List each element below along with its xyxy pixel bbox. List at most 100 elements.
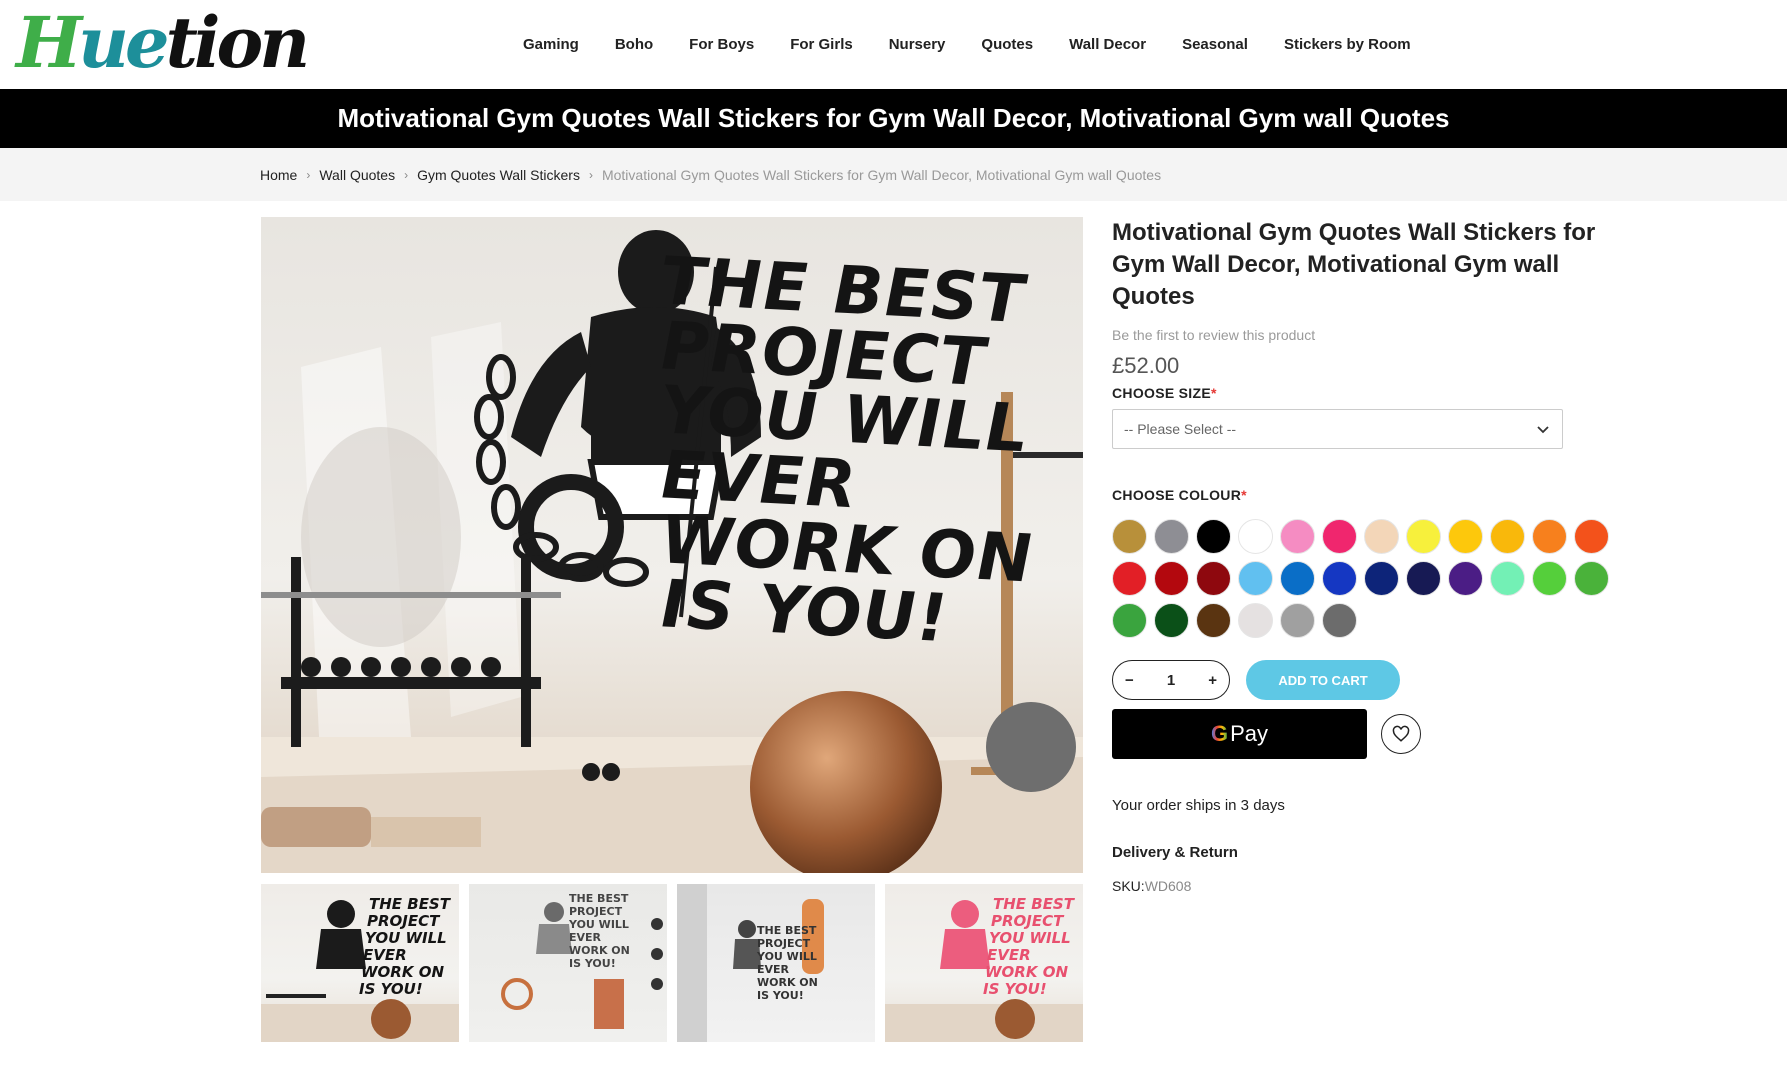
quantity-value[interactable]: 1	[1167, 672, 1175, 689]
review-link[interactable]: Be the first to review this product	[1112, 327, 1632, 343]
shipping-info: Your order ships in 3 days	[1112, 797, 1285, 814]
size-label-text: CHOOSE SIZE	[1112, 385, 1211, 401]
svg-text:THE BEST: THE BEST	[369, 895, 452, 913]
main-nav: Gaming Boho For Boys For Girls Nursery Q…	[505, 0, 1429, 89]
colour-swatch[interactable]	[1532, 519, 1567, 554]
breadcrumb-bar: Home › Wall Quotes › Gym Quotes Wall Sti…	[0, 148, 1787, 201]
breadcrumb-separator-icon: ›	[306, 167, 311, 182]
thumbnail-image: THE BEST PROJECT YOU WILL EVER WORK ON I…	[677, 884, 824, 1042]
colour-swatch[interactable]	[1112, 561, 1147, 596]
svg-text:EVER: EVER	[757, 963, 790, 976]
heart-icon	[1392, 725, 1410, 742]
svg-text:IS YOU!: IS YOU!	[569, 957, 616, 970]
page-title: Motivational Gym Quotes Wall Stickers fo…	[337, 103, 1450, 133]
logo-letters-tion: tion	[165, 1, 311, 84]
colour-swatch[interactable]	[1574, 561, 1609, 596]
thumbnail-2[interactable]: THE BEST PROJECT YOU WILL EVER WORK ON I…	[469, 884, 667, 1042]
pay-row: G Pay	[1112, 709, 1632, 759]
decrease-quantity-button[interactable]: −	[1125, 672, 1134, 689]
chevron-down-icon	[1537, 426, 1549, 434]
main-product-image[interactable]: THE BEST PROJECT YOU WILL EVER WORK ON I…	[261, 217, 1083, 873]
nav-for-girls[interactable]: For Girls	[772, 36, 871, 53]
colour-swatch[interactable]	[1196, 603, 1231, 638]
brand-logo[interactable]: Huetion	[16, 1, 310, 84]
required-mark: *	[1241, 487, 1247, 503]
colour-swatch[interactable]	[1238, 519, 1273, 554]
svg-text:PROJECT: PROJECT	[757, 937, 811, 950]
size-label: CHOOSE SIZE*	[1112, 385, 1632, 401]
colour-swatch[interactable]	[1280, 519, 1315, 554]
colour-swatch[interactable]	[1280, 561, 1315, 596]
increase-quantity-button[interactable]: +	[1208, 672, 1217, 689]
colour-swatch[interactable]	[1322, 519, 1357, 554]
size-select[interactable]: -- Please Select --	[1112, 409, 1563, 449]
breadcrumb-current: Motivational Gym Quotes Wall Stickers fo…	[601, 166, 1162, 183]
breadcrumb-gym-quotes[interactable]: Gym Quotes Wall Stickers	[417, 167, 580, 183]
svg-text:PROJECT: PROJECT	[569, 905, 623, 918]
product-info: Motivational Gym Quotes Wall Stickers fo…	[1112, 217, 1632, 894]
nav-stickers-by-room[interactable]: Stickers by Room	[1266, 36, 1429, 53]
svg-text:THE BEST: THE BEST	[757, 924, 817, 937]
nav-gaming[interactable]: Gaming	[505, 36, 597, 53]
colour-swatch[interactable]	[1574, 519, 1609, 554]
sku-label: SKU:	[1112, 878, 1145, 894]
thumbnail-image: THE BEST PROJECT YOU WILL EVER WORK ON I…	[885, 895, 1083, 1042]
colour-swatch[interactable]	[1322, 561, 1357, 596]
svg-text:IS YOU!: IS YOU!	[757, 989, 804, 1002]
required-mark: *	[1210, 385, 1217, 401]
colour-swatch[interactable]	[1196, 561, 1231, 596]
svg-text:YOU WILL: YOU WILL	[365, 929, 447, 947]
nav-nursery[interactable]: Nursery	[871, 36, 964, 53]
svg-text:THE BEST: THE BEST	[993, 895, 1076, 913]
product-price: £52.00	[1112, 353, 1180, 378]
svg-text:IS YOU!: IS YOU!	[359, 980, 423, 998]
svg-text:WORK ON: WORK ON	[569, 944, 630, 957]
wishlist-button[interactable]	[1381, 714, 1421, 754]
colour-swatch[interactable]	[1322, 603, 1357, 638]
colour-swatch[interactable]	[1154, 561, 1189, 596]
colour-swatch[interactable]	[1490, 561, 1525, 596]
cart-row: − 1 + ADD TO CART	[1112, 660, 1632, 700]
nav-wall-decor[interactable]: Wall Decor	[1051, 36, 1164, 53]
svg-text:WORK ON: WORK ON	[361, 963, 444, 981]
nav-boho[interactable]: Boho	[597, 36, 671, 53]
colour-swatch[interactable]	[1406, 519, 1441, 554]
thumbnail-1[interactable]: THE BEST PROJECT YOU WILL EVER WORK ON I…	[261, 884, 459, 1042]
colour-swatch[interactable]	[1196, 519, 1231, 554]
colour-swatch[interactable]	[1364, 561, 1399, 596]
colour-swatch[interactable]	[1364, 519, 1399, 554]
colour-swatches	[1112, 519, 1612, 638]
breadcrumb-separator-icon: ›	[404, 167, 409, 182]
colour-swatch[interactable]	[1154, 603, 1189, 638]
svg-text:THE BEST: THE BEST	[569, 892, 629, 905]
nav-seasonal[interactable]: Seasonal	[1164, 36, 1266, 53]
colour-swatch[interactable]	[1238, 603, 1273, 638]
breadcrumb-wall-quotes[interactable]: Wall Quotes	[319, 167, 395, 183]
nav-for-boys[interactable]: For Boys	[671, 36, 772, 53]
svg-text:YOU WILL: YOU WILL	[568, 918, 629, 931]
colour-swatch[interactable]	[1406, 561, 1441, 596]
nav-quotes[interactable]: Quotes	[963, 36, 1051, 53]
add-to-cart-button[interactable]: ADD TO CART	[1246, 660, 1400, 700]
colour-swatch[interactable]	[1280, 603, 1315, 638]
colour-swatch[interactable]	[1154, 519, 1189, 554]
colour-swatch[interactable]	[1238, 561, 1273, 596]
thumbnail-4[interactable]: THE BEST PROJECT YOU WILL EVER WORK ON I…	[885, 884, 1083, 1042]
colour-swatch[interactable]	[1490, 519, 1525, 554]
colour-swatch[interactable]	[1112, 603, 1147, 638]
google-pay-button[interactable]: G Pay	[1112, 709, 1367, 759]
colour-swatch[interactable]	[1448, 519, 1483, 554]
page-title-banner: Motivational Gym Quotes Wall Stickers fo…	[0, 89, 1787, 148]
breadcrumb-separator-icon: ›	[588, 167, 593, 182]
thumbnail-3[interactable]: THE BEST PROJECT YOU WILL EVER WORK ON I…	[677, 884, 875, 1042]
delivery-return-link[interactable]: Delivery & Return	[1112, 844, 1632, 861]
colour-swatch[interactable]	[1532, 561, 1567, 596]
colour-swatch[interactable]	[1112, 519, 1147, 554]
breadcrumb-home[interactable]: Home	[260, 167, 297, 183]
svg-text:PROJECT: PROJECT	[367, 912, 441, 930]
colour-swatch[interactable]	[1448, 561, 1483, 596]
thumbnail-image: THE BEST PROJECT YOU WILL EVER WORK ON I…	[501, 892, 663, 1029]
svg-text:YOU WILL: YOU WILL	[989, 929, 1071, 947]
product-title: Motivational Gym Quotes Wall Stickers fo…	[1112, 219, 1596, 310]
colour-label: CHOOSE COLOUR*	[1112, 487, 1632, 503]
